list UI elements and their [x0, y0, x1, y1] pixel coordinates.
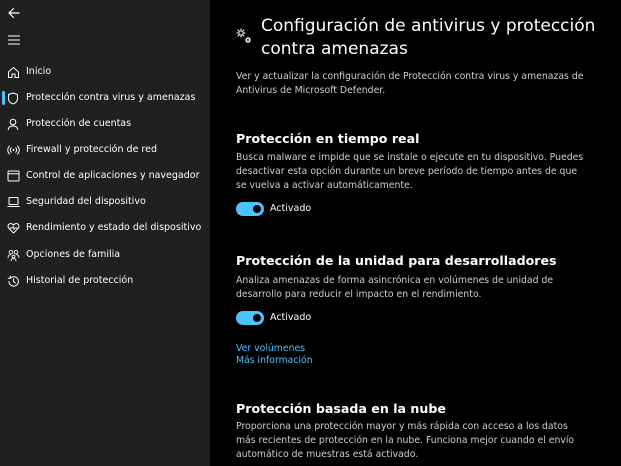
- page-description: Ver y actualizar la configuración de Pro…: [236, 71, 584, 96]
- sidebar-item-inicio[interactable]: Inicio: [0, 60, 210, 84]
- selection-indicator: [2, 65, 5, 79]
- toggle-knob: [253, 314, 261, 322]
- wifi-signal-icon: [6, 143, 20, 157]
- realtime-protection-toggle-label: Activado: [270, 203, 312, 214]
- sidebar-item-virus-protection[interactable]: Protección contra virus y amenazas: [0, 86, 210, 110]
- selection-indicator: [2, 169, 5, 183]
- sidebar-item-account-protection[interactable]: Protección de cuentas: [0, 112, 210, 136]
- page-title: Configuración de antivirus y protección …: [261, 16, 596, 59]
- realtime-protection-description: Busca malware e impide que se instale o …: [236, 152, 584, 191]
- dev-drive-protection-toggle-label: Activado: [270, 312, 312, 323]
- dev-drive-protection-toggle[interactable]: [236, 311, 264, 325]
- laptop-icon: [6, 195, 20, 209]
- home-icon: [6, 65, 20, 79]
- view-volumes-link[interactable]: Ver volúmenes: [236, 343, 305, 355]
- selection-indicator: [2, 221, 5, 235]
- sidebar-item-label: Control de aplicaciones y navegador: [26, 170, 200, 181]
- sidebar-item-label: Opciones de familia: [26, 249, 121, 260]
- sidebar-item-device-security[interactable]: Seguridad del dispositivo: [0, 190, 210, 214]
- selection-indicator: [2, 248, 5, 262]
- sidebar-item-protection-history[interactable]: Historial de protección: [0, 269, 210, 293]
- hamburger-menu-button[interactable]: [6, 32, 22, 48]
- realtime-protection-title: Protección en tiempo real: [236, 131, 420, 146]
- sidebar-item-label: Seguridad del dispositivo: [26, 196, 146, 207]
- cloud-protection-description: Proporciona una protección mayor y más r…: [236, 421, 575, 460]
- sidebar-item-label: Protección contra virus y amenazas: [26, 92, 196, 103]
- dev-drive-protection-description: Analiza amenazas de forma asincrónica en…: [236, 275, 554, 300]
- selection-indicator: [2, 91, 5, 105]
- selection-indicator: [2, 117, 5, 131]
- family-icon: [6, 248, 20, 262]
- shield-icon: [6, 91, 20, 105]
- more-info-link[interactable]: Más información: [236, 355, 313, 367]
- sidebar-item-app-browser-control[interactable]: Control de aplicaciones y navegador: [0, 164, 210, 188]
- selection-indicator: [2, 143, 5, 157]
- sidebar-item-label: Inicio: [26, 66, 52, 77]
- hamburger-icon: [8, 35, 20, 45]
- sidebar-item-label: Protección de cuentas: [26, 118, 132, 129]
- gears-icon: [236, 28, 252, 44]
- sidebar-item-device-performance[interactable]: Rendimiento y estado del dispositivo: [0, 216, 210, 240]
- realtime-protection-toggle[interactable]: [236, 202, 264, 216]
- sidebar-item-label: Historial de protección: [26, 275, 134, 286]
- windows-security-window: Inicio Protección contra virus y amenaza…: [0, 0, 621, 466]
- sidebar-item-label: Firewall y protección de red: [26, 144, 158, 155]
- back-arrow-icon: [8, 7, 20, 19]
- sidebar-item-label: Rendimiento y estado del dispositivo: [26, 222, 202, 233]
- person-icon: [6, 117, 20, 131]
- app-window-icon: [6, 169, 20, 183]
- toggle-knob: [253, 205, 261, 213]
- history-icon: [6, 274, 20, 288]
- cloud-protection-title: Protección basada en la nube: [236, 401, 446, 416]
- main-content: Configuración de antivirus y protección …: [210, 0, 621, 466]
- sidebar-item-family-options[interactable]: Opciones de familia: [0, 243, 210, 267]
- selection-indicator: [2, 274, 5, 288]
- heart-pulse-icon: [6, 221, 20, 235]
- sidebar: Inicio Protección contra virus y amenaza…: [0, 0, 210, 466]
- sidebar-item-firewall[interactable]: Firewall y protección de red: [0, 138, 210, 162]
- back-button[interactable]: [6, 5, 22, 21]
- dev-drive-protection-title: Protección de la unidad para desarrollad…: [236, 253, 557, 268]
- selection-indicator: [2, 195, 5, 209]
